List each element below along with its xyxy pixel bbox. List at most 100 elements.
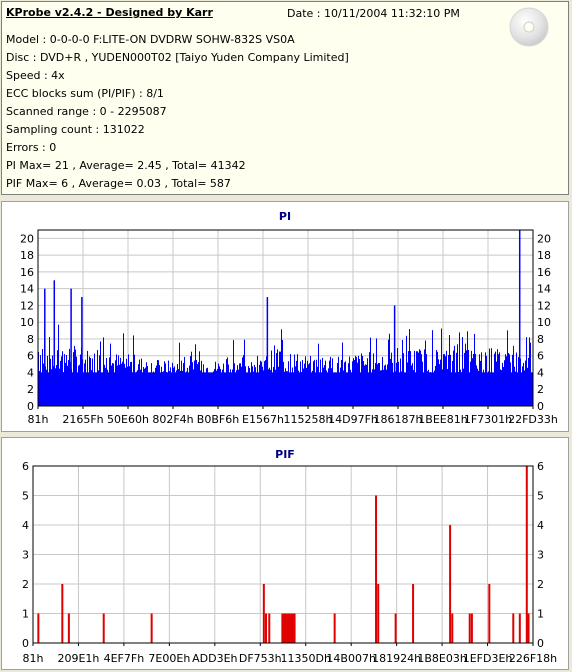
pi-bar	[279, 351, 280, 406]
pi-ytick-label-right: 12	[537, 299, 551, 312]
pi-bar	[209, 375, 210, 406]
pi-bar	[204, 374, 205, 406]
pi-bar	[482, 372, 483, 406]
pif-xtick-label: 81h	[23, 652, 44, 665]
pi-bar	[96, 375, 97, 406]
pi-bar	[150, 376, 151, 406]
pi-bar	[506, 356, 507, 406]
pi-bar	[356, 357, 357, 406]
pi-bar	[57, 350, 58, 406]
pi-ytick-label-left: 16	[20, 266, 34, 279]
pi-bar	[218, 363, 219, 406]
pi-bar	[192, 362, 193, 406]
pif-bar	[394, 613, 397, 643]
pi-bar	[489, 348, 490, 406]
pi-bar	[355, 355, 356, 406]
pif-bar	[61, 584, 64, 643]
pi-bar	[275, 369, 276, 406]
pi-bar	[326, 370, 327, 406]
pi-bar	[417, 351, 418, 406]
pi-bar	[191, 351, 192, 406]
pi-peak-bar	[53, 280, 56, 406]
pif-ytick-label-left: 5	[22, 490, 29, 503]
pi-bar	[346, 372, 347, 406]
pi-bar	[379, 362, 380, 406]
pi-bar	[387, 364, 388, 406]
pi-bar	[115, 360, 116, 406]
pi-bar	[418, 352, 419, 406]
pi-bar	[199, 351, 200, 406]
pi-ytick-label-right: 2	[537, 383, 544, 396]
pi-bar	[289, 373, 290, 406]
pi-bar	[321, 376, 322, 406]
pi-bar	[382, 356, 383, 406]
pi-bar	[255, 367, 256, 406]
pi-bar	[261, 361, 262, 406]
pi-bar	[472, 358, 473, 406]
pi-bar	[59, 368, 60, 406]
pi-bar	[175, 375, 176, 406]
pi-bar	[410, 351, 411, 406]
pi-bar	[292, 367, 293, 406]
pi-bar	[180, 370, 181, 406]
pi-bar	[361, 353, 362, 406]
pi-bar	[434, 370, 435, 406]
pi-bar	[328, 368, 329, 406]
pi-bar	[232, 369, 233, 406]
pif-ytick-label-left: 0	[22, 637, 29, 650]
pi-bar	[528, 357, 529, 406]
pi-bar	[478, 370, 479, 406]
pi-bar	[77, 375, 78, 406]
pi-bar	[503, 367, 504, 406]
pi-bar	[105, 367, 106, 406]
info-disc: Disc : DVD+R , YUDEN000T02 [Taiyo Yuden …	[6, 51, 349, 64]
pi-bar	[531, 373, 532, 406]
pi-bar	[113, 363, 114, 406]
pi-peak-bar	[518, 230, 521, 406]
pi-bar	[131, 361, 132, 406]
pi-bar	[420, 350, 421, 406]
pi-bar	[183, 363, 184, 406]
pi-bar	[495, 351, 496, 406]
pi-bar	[485, 352, 486, 406]
pi-bar	[224, 373, 225, 406]
pi-bar	[479, 354, 480, 406]
pi-bar	[83, 374, 84, 406]
pi-bar	[406, 335, 407, 406]
pi-bar	[441, 328, 442, 406]
pi-bar	[121, 363, 122, 406]
pi-bar	[162, 372, 163, 406]
pi-bar	[239, 363, 240, 406]
pi-bar	[345, 361, 346, 406]
pi-bar	[194, 360, 195, 406]
pi-peak-bar	[81, 297, 83, 406]
pif-ytick-label-left: 6	[22, 460, 29, 473]
pi-bar	[119, 364, 120, 406]
pi-bar	[169, 371, 170, 406]
pi-bar	[88, 375, 89, 406]
pi-ytick-label-right: 6	[537, 350, 544, 363]
pi-bar	[488, 371, 489, 406]
pi-bar	[385, 364, 386, 406]
pi-bar	[114, 373, 115, 406]
pi-bar	[297, 354, 298, 406]
pi-bar	[508, 353, 509, 406]
pi-bar	[526, 337, 527, 406]
pi-bar	[42, 349, 43, 406]
pi-bar	[43, 363, 44, 406]
pi-bar	[268, 369, 269, 406]
pi-bar	[307, 360, 308, 406]
pi-bar	[412, 363, 413, 406]
pi-bar	[118, 355, 119, 406]
pi-bar	[237, 365, 238, 406]
pi-bar	[125, 367, 126, 406]
info-model: Model : 0-0-0-0 F:LITE-ON DVDRW SOHW-832…	[6, 33, 295, 46]
pi-ytick-label-right: 10	[537, 316, 551, 329]
pi-bar	[250, 376, 251, 406]
pi-bar	[284, 371, 285, 406]
pi-bar	[211, 374, 212, 406]
pi-bar	[262, 366, 263, 406]
pi-bar	[480, 360, 481, 406]
pi-bar	[455, 376, 456, 406]
pi-bar	[312, 370, 313, 406]
